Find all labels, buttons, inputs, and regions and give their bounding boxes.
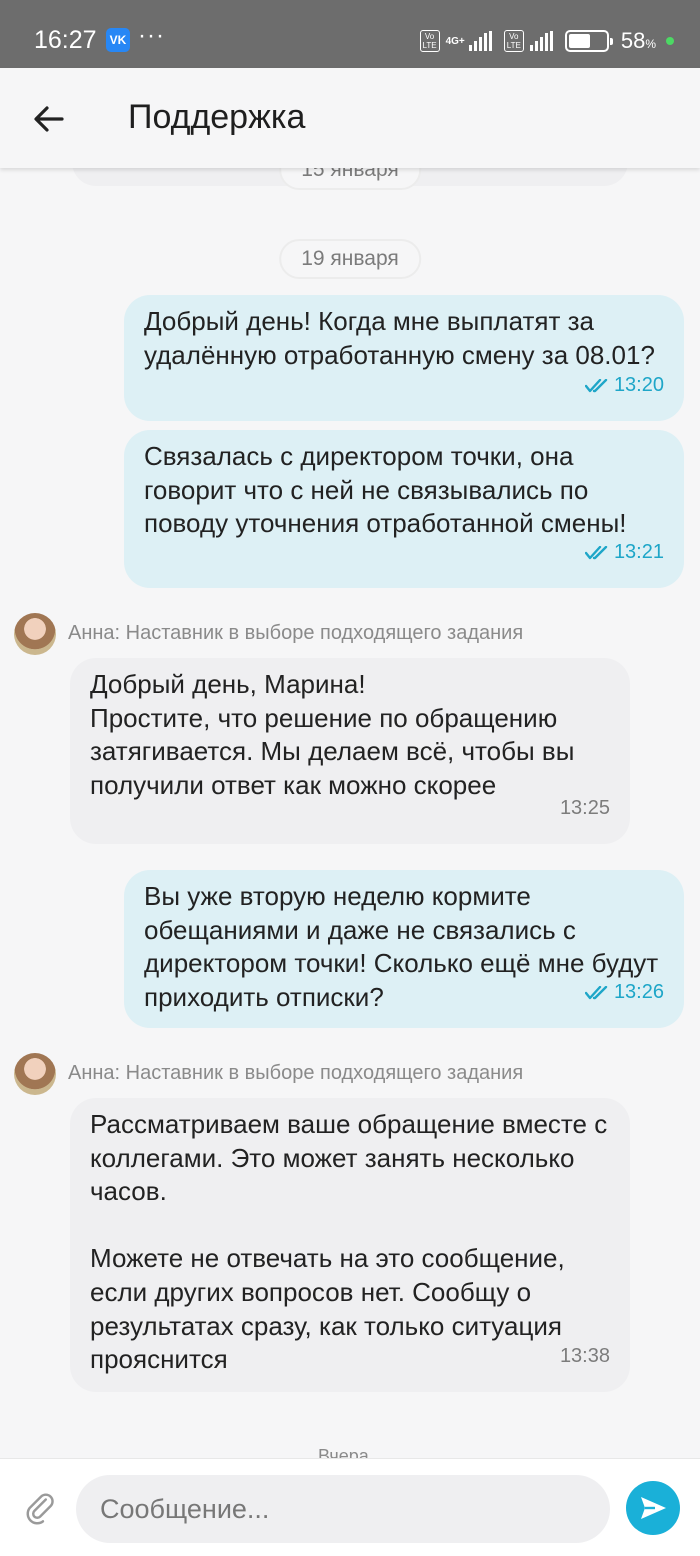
agent-avatar[interactable] xyxy=(14,613,56,655)
attach-button[interactable] xyxy=(22,1489,62,1529)
battery-percent: 58% xyxy=(620,28,656,53)
battery-icon xyxy=(564,30,613,52)
outgoing-message[interactable]: Связалась с директором точки, она говори… xyxy=(124,430,684,588)
message-time: 13:38 xyxy=(559,1345,610,1368)
paperclip-icon xyxy=(26,1493,54,1525)
outgoing-message[interactable]: Добрый день! Когда мне выплатят за удалё… xyxy=(124,295,684,421)
message-time: 13:25 xyxy=(559,797,610,820)
status-indicators: Vo LTE 4G+ Vo LTE 58% xyxy=(419,28,674,54)
date-separator: 19 января xyxy=(279,239,421,279)
chat-messages[interactable]: 15 января 19 января Добрый день! Когда м… xyxy=(0,168,700,1458)
network-type-label: 4G+ xyxy=(445,35,465,47)
status-time: 16:27 xyxy=(34,26,97,54)
sender-name: Анна: Наставник в выборе подходящего зад… xyxy=(68,622,524,644)
vk-notification-icon: VK xyxy=(106,28,130,52)
message-time: 13:26 xyxy=(584,976,664,1010)
double-check-icon xyxy=(584,546,608,560)
message-text: Связалась с директором точки, она говори… xyxy=(144,441,627,539)
message-text: Добрый день, Марина! Простите, что решен… xyxy=(90,669,575,800)
agent-avatar[interactable] xyxy=(14,1053,56,1095)
date-separator-partial: Вчера xyxy=(318,1446,369,1458)
charging-dot-icon xyxy=(666,37,674,45)
arrow-left-icon xyxy=(34,106,64,132)
status-bar: 16:27 VK ··· Vo LTE 4G+ Vo LTE 58% xyxy=(0,0,700,68)
battery-level xyxy=(568,34,590,48)
message-text: Рассматриваем ваше обращение вместе с ко… xyxy=(90,1109,608,1375)
more-notifications-icon: ··· xyxy=(138,22,165,49)
signal-strength-icon-2 xyxy=(529,31,553,51)
message-time: 13:21 xyxy=(584,536,664,570)
back-button[interactable] xyxy=(26,96,72,142)
incoming-message[interactable]: Рассматриваем ваше обращение вместе с ко… xyxy=(70,1098,630,1392)
message-text: Добрый день! Когда мне выплатят за удалё… xyxy=(144,306,655,370)
send-icon xyxy=(641,1497,666,1519)
outgoing-message[interactable]: Вы уже вторую неделю кормите обещаниями … xyxy=(124,870,684,1028)
app-header: Поддержка xyxy=(0,68,700,168)
double-check-icon xyxy=(584,379,608,393)
send-button[interactable] xyxy=(626,1481,680,1535)
message-time: 13:20 xyxy=(584,369,664,403)
double-check-icon xyxy=(584,986,608,1000)
sender-name: Анна: Наставник в выборе подходящего зад… xyxy=(68,1062,524,1084)
page-title: Поддержка xyxy=(128,98,306,136)
incoming-message[interactable]: Добрый день, Марина! Простите, что решен… xyxy=(70,658,630,844)
volte-icon-2: Vo LTE xyxy=(503,30,524,52)
volte-icon: Vo LTE xyxy=(419,30,440,52)
message-input[interactable] xyxy=(76,1475,610,1543)
signal-strength-icon xyxy=(468,31,492,51)
message-composer xyxy=(0,1458,700,1556)
date-separator-top: 15 января xyxy=(279,168,421,190)
